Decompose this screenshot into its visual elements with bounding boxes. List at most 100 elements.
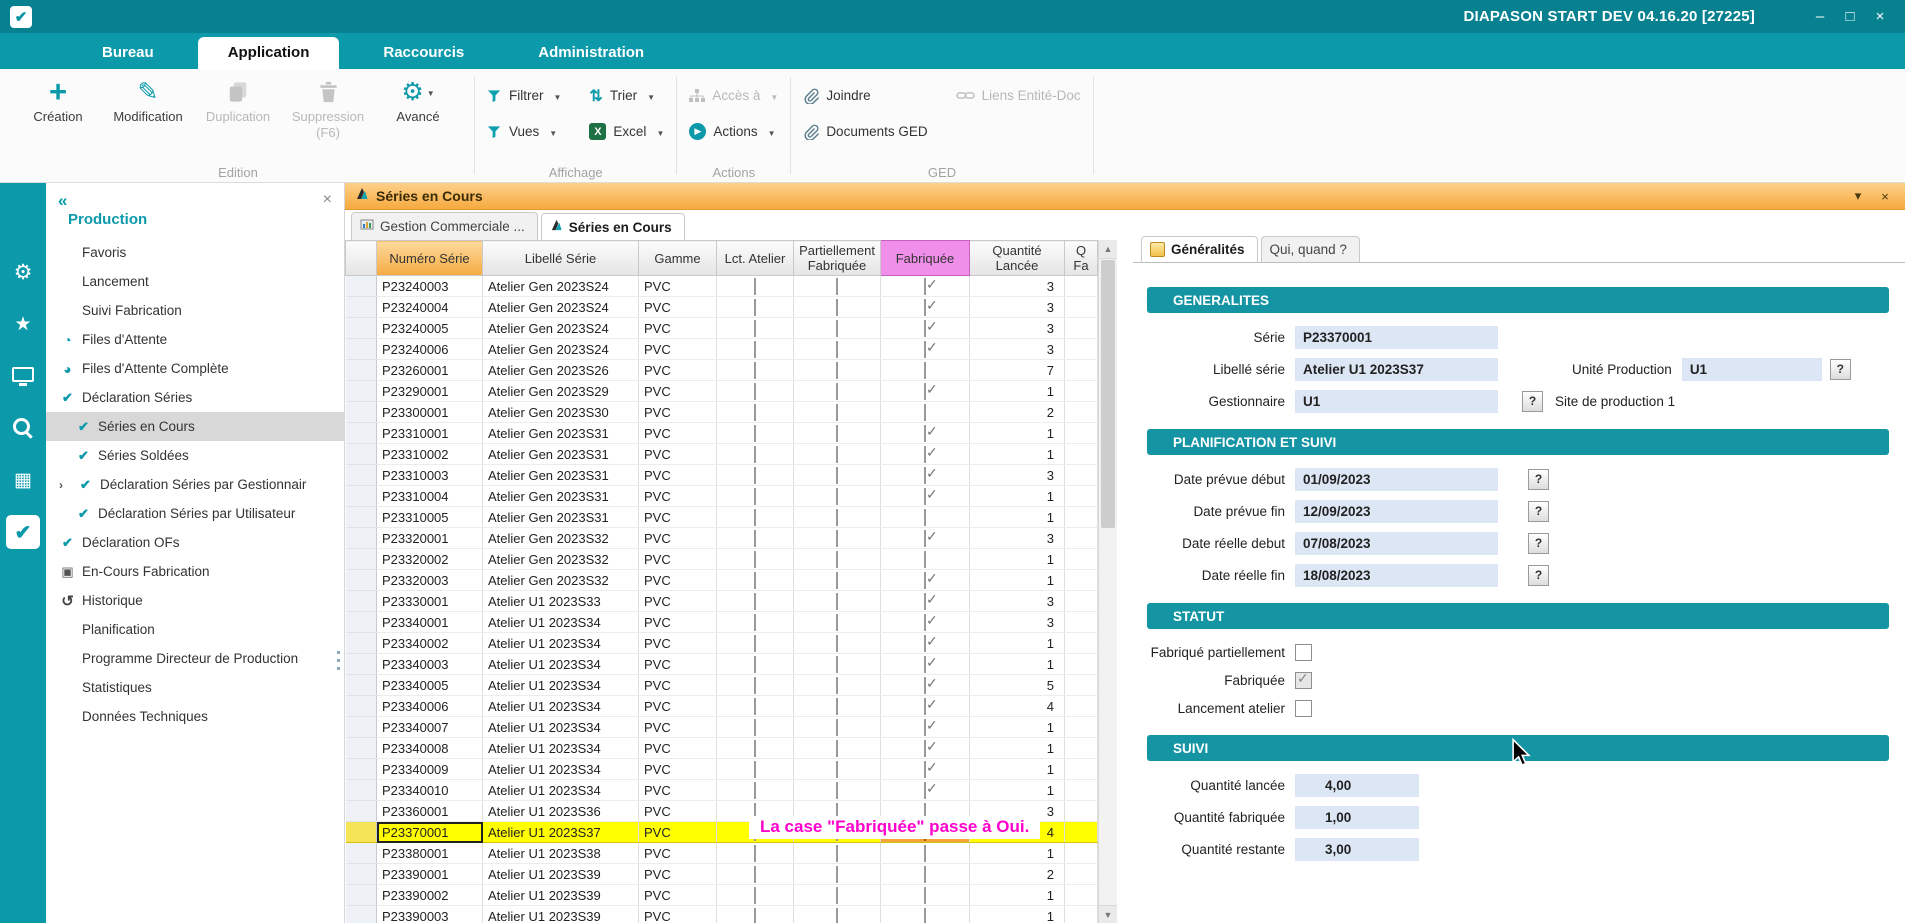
tab-generalites[interactable]: Généralités	[1141, 236, 1258, 262]
help-button[interactable]: ?	[1830, 359, 1851, 380]
panel-close-button[interactable]: ×	[1875, 189, 1895, 204]
fabriquee-checkbox[interactable]	[924, 782, 926, 799]
cell-libelle-serie[interactable]: Atelier U1 2023S39	[483, 906, 639, 923]
row-selector[interactable]	[346, 717, 377, 738]
row-selector[interactable]	[346, 885, 377, 906]
partiellement-fabriquee-checkbox[interactable]	[836, 278, 838, 295]
modification-button[interactable]: ✎ Modification	[104, 72, 192, 140]
cell-libelle-serie[interactable]: Atelier Gen 2023S24	[483, 318, 639, 339]
cell-gamme[interactable]: PVC	[639, 486, 717, 507]
cell-gamme[interactable]: PVC	[639, 612, 717, 633]
partiellement-fabriquee-checkbox[interactable]	[836, 866, 838, 883]
cell-libelle-serie[interactable]: Atelier U1 2023S33	[483, 591, 639, 612]
cell-gamme[interactable]: PVC	[639, 402, 717, 423]
row-selector[interactable]	[346, 486, 377, 507]
lct-atelier-checkbox[interactable]	[754, 404, 756, 421]
actions-button[interactable]: ▶ Actions	[689, 118, 778, 145]
cell-gamme[interactable]: PVC	[639, 675, 717, 696]
cell-numero-serie[interactable]: P23290001	[377, 381, 483, 402]
suppression-button[interactable]: Suppression (F6)	[284, 72, 372, 140]
cell-libelle-serie[interactable]: Atelier U1 2023S34	[483, 717, 639, 738]
lct-atelier-checkbox[interactable]	[754, 677, 756, 694]
cell-gamme[interactable]: PVC	[639, 423, 717, 444]
excel-button[interactable]: X Excel	[589, 118, 664, 145]
cell-libelle-serie[interactable]: Atelier Gen 2023S24	[483, 276, 639, 297]
cell-gamme[interactable]: PVC	[639, 696, 717, 717]
row-selector[interactable]	[346, 843, 377, 864]
cell-numero-serie[interactable]: P23340008	[377, 738, 483, 759]
lct-atelier-checkbox[interactable]	[754, 635, 756, 652]
cell-libelle-serie[interactable]: Atelier Gen 2023S31	[483, 507, 639, 528]
partiellement-fabriquee-checkbox[interactable]	[836, 509, 838, 526]
cell-numero-serie[interactable]: P23340006	[377, 696, 483, 717]
fabriquee-checkbox[interactable]	[924, 572, 926, 589]
cell-quantite-lancee[interactable]: 2	[970, 864, 1065, 885]
sidebar-item[interactable]: Files d'Attente Complète	[46, 354, 344, 383]
cell-libelle-serie[interactable]: Atelier U1 2023S36	[483, 801, 639, 822]
lct-atelier-checkbox[interactable]	[754, 761, 756, 778]
cell-quantite-lancee[interactable]: 2	[970, 402, 1065, 423]
cell-gamme[interactable]: PVC	[639, 297, 717, 318]
cell-quantite-lancee[interactable]: 1	[970, 738, 1065, 759]
fabriquee-checkbox[interactable]	[924, 341, 926, 358]
sidebar-item[interactable]: Déclaration Séries	[46, 383, 344, 412]
cell-gamme[interactable]: PVC	[639, 276, 717, 297]
fabriquee-checkbox[interactable]	[924, 530, 926, 547]
cell-quantite-lancee[interactable]: 3	[970, 465, 1065, 486]
cell-libelle-serie[interactable]: Atelier U1 2023S39	[483, 885, 639, 906]
cell-libelle-serie[interactable]: Atelier U1 2023S37	[483, 822, 639, 843]
sidebar-item[interactable]: Suivi Fabrication	[46, 296, 344, 325]
row-selector[interactable]	[346, 528, 377, 549]
cell-numero-serie[interactable]: P23340007	[377, 717, 483, 738]
cell-numero-serie[interactable]: P23310003	[377, 465, 483, 486]
fabriquee-checkbox[interactable]	[924, 887, 926, 904]
lct-atelier-checkbox[interactable]	[754, 782, 756, 799]
sidebar-item[interactable]: Séries Soldées	[46, 441, 344, 470]
table-row[interactable]: P23310002 Atelier Gen 2023S31 PVC 1	[346, 444, 1098, 465]
cell-numero-serie[interactable]: P23390003	[377, 906, 483, 923]
help-button[interactable]: ?	[1528, 501, 1549, 522]
column-header-gamme[interactable]: Gamme	[639, 241, 717, 276]
cell-quantite-lancee[interactable]: 5	[970, 675, 1065, 696]
nav-icon-button[interactable]	[6, 463, 40, 497]
help-button[interactable]: ?	[1528, 565, 1549, 586]
cell-quantite-lancee[interactable]: 3	[970, 591, 1065, 612]
cell-libelle-serie[interactable]: Atelier U1 2023S39	[483, 864, 639, 885]
fabriquee-checkbox[interactable]	[924, 383, 926, 400]
table-row[interactable]: P23390001 Atelier U1 2023S39 PVC 2	[346, 864, 1098, 885]
joindre-button[interactable]: Joindre	[803, 82, 927, 109]
cell-numero-serie[interactable]: P23300001	[377, 402, 483, 423]
fabriquee-checkbox[interactable]	[924, 719, 926, 736]
cell-libelle-serie[interactable]: Atelier Gen 2023S31	[483, 486, 639, 507]
table-row[interactable]: P23340003 Atelier U1 2023S34 PVC 1	[346, 654, 1098, 675]
date-input[interactable]: 07/08/2023	[1295, 532, 1498, 555]
cell-libelle-serie[interactable]: Atelier Gen 2023S29	[483, 381, 639, 402]
cell-gamme[interactable]: PVC	[639, 633, 717, 654]
nav-icon-button[interactable]	[6, 359, 40, 393]
cell-quantite-lancee[interactable]: 1	[970, 444, 1065, 465]
partiellement-fabriquee-checkbox[interactable]	[836, 446, 838, 463]
sidebar-item[interactable]: Programme Directeur de Production	[46, 644, 344, 673]
panel-collapse-button[interactable]: ▾	[1848, 188, 1868, 204]
partiellement-fabriquee-checkbox[interactable]	[836, 530, 838, 547]
lct-atelier-checkbox[interactable]	[754, 299, 756, 316]
table-row[interactable]: P23320003 Atelier Gen 2023S32 PVC 1	[346, 570, 1098, 591]
lct-atelier-checkbox[interactable]	[754, 278, 756, 295]
fabriquee-checkbox[interactable]	[924, 740, 926, 757]
table-row[interactable]: P23340005 Atelier U1 2023S34 PVC 5	[346, 675, 1098, 696]
cell-gamme[interactable]: PVC	[639, 360, 717, 381]
statut-checkbox[interactable]	[1295, 672, 1312, 689]
cell-gamme[interactable]: PVC	[639, 591, 717, 612]
cell-numero-serie[interactable]: P23340005	[377, 675, 483, 696]
quantity-input[interactable]: 1,00	[1295, 806, 1419, 829]
sidebar-item[interactable]: Déclaration Séries par Gestionnair	[46, 470, 344, 499]
cell-gamme[interactable]: PVC	[639, 780, 717, 801]
table-row[interactable]: P23340010 Atelier U1 2023S34 PVC 1	[346, 780, 1098, 801]
libelle-serie-input[interactable]: Atelier U1 2023S37	[1295, 358, 1498, 381]
fabriquee-checkbox[interactable]	[924, 509, 926, 526]
table-row[interactable]: P23240006 Atelier Gen 2023S24 PVC 3	[346, 339, 1098, 360]
table-row[interactable]: P23380001 Atelier U1 2023S38 PVC 1	[346, 843, 1098, 864]
cell-gamme[interactable]: PVC	[639, 759, 717, 780]
partiellement-fabriquee-checkbox[interactable]	[836, 677, 838, 694]
date-input[interactable]: 12/09/2023	[1295, 500, 1498, 523]
